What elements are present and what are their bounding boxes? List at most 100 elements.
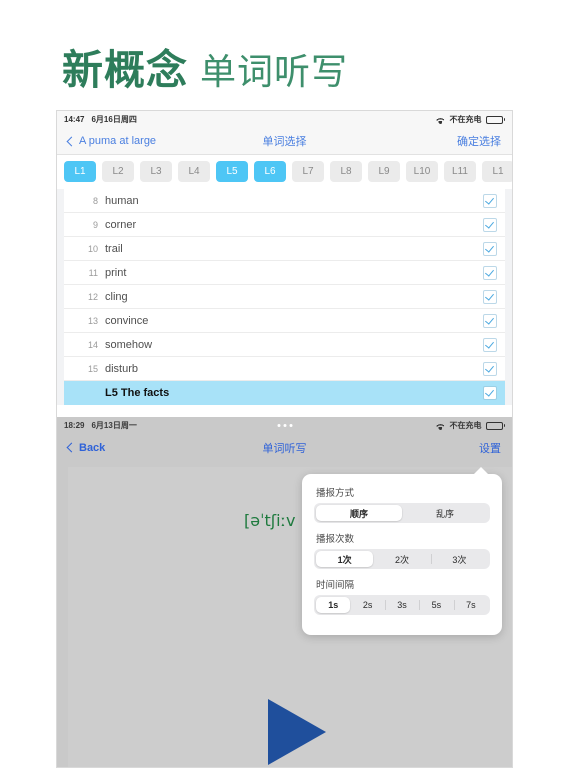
status-time: 14:47	[64, 115, 85, 124]
lesson-tab-l8[interactable]: L8	[330, 161, 362, 182]
nav-title-word-selection: 单词选择	[262, 136, 307, 148]
time-interval-option-2s[interactable]: 2s	[350, 597, 384, 613]
back-button-dictation[interactable]: Back	[66, 441, 106, 454]
word-row[interactable]: 14 somehow	[64, 333, 505, 357]
word-row[interactable]: 10 trail	[64, 237, 505, 261]
charging-status: 不在充电	[449, 115, 482, 124]
status-bar-right: 不在充电	[435, 420, 505, 431]
playback-count-segmented-control[interactable]: 1次 2次 3次	[314, 549, 490, 569]
status-bar-left: 18:29 6月13日周一	[64, 420, 137, 431]
word-text: disturb	[105, 362, 139, 375]
playback-mode-label: 播报方式	[316, 488, 355, 499]
page-title-light: 单词听写	[200, 51, 349, 92]
word-checkbox[interactable]	[483, 337, 497, 352]
nav-bar-bottom: Back 单词听写 设置	[57, 434, 512, 461]
back-button-label: Back	[79, 441, 106, 454]
dictation-body: [əˈtʃiːv 播报方式 顺序 乱序 播报次数 1次 2次 3次 时间间隔 1…	[57, 461, 512, 767]
word-row[interactable]: 9 corner	[64, 213, 505, 237]
playback-mode-option-sequential[interactable]: 顺序	[316, 505, 402, 521]
lesson-tab-strip[interactable]: L1 L2 L3 L4 L5 L6 L7 L8 L9 L10 L11 L1	[57, 155, 512, 189]
word-checkbox[interactable]	[483, 289, 497, 304]
time-interval-segmented-control[interactable]: 1s 2s 3s 5s 7s	[314, 595, 490, 615]
settings-popover: 播报方式 顺序 乱序 播报次数 1次 2次 3次 时间间隔 1s 2s 3s 5…	[302, 467, 502, 635]
screenshot-word-selection: 14:47 6月16日周四 不在充电 A puma at large 单词选择 …	[56, 110, 513, 417]
word-checkbox[interactable]	[483, 217, 497, 232]
phonetic-text: [əˈtʃiːv	[244, 511, 296, 530]
word-row[interactable]: 12 cling	[64, 285, 505, 309]
multitask-dots-icon[interactable]	[277, 424, 292, 427]
word-row[interactable]: 11 print	[64, 261, 505, 285]
word-index: 10	[87, 243, 98, 254]
word-row[interactable]: 13 convince	[64, 309, 505, 333]
settings-button[interactable]: 设置	[479, 440, 501, 456]
lesson-tab-l11[interactable]: L11	[444, 161, 476, 182]
word-text: human	[105, 194, 139, 207]
confirm-selection-button[interactable]: 确定选择	[457, 133, 501, 149]
nav-title-dictation: 单词听写	[262, 442, 307, 455]
word-row[interactable]: 8 human	[64, 189, 505, 213]
time-interval-option-1s[interactable]: 1s	[316, 597, 351, 613]
wifi-icon	[435, 115, 446, 124]
playback-mode-segmented-control[interactable]: 顺序 乱序	[314, 503, 490, 523]
word-checkbox[interactable]	[483, 313, 497, 328]
playback-count-option-3[interactable]: 3次	[430, 551, 488, 567]
word-text: cling	[105, 290, 128, 303]
screenshot-dictation: 18:29 6月13日周一 不在充电 Back 单词听写 设置 [əˈtʃiːv…	[56, 417, 513, 768]
word-row[interactable]: 15 disturb	[64, 357, 505, 381]
playback-count-option-2[interactable]: 2次	[373, 551, 430, 567]
lesson-section-title: L5 The facts	[105, 386, 170, 399]
lesson-section-checkbox[interactable]	[483, 385, 497, 400]
lesson-tab-l9[interactable]: L9	[368, 161, 400, 182]
word-text: print	[105, 266, 127, 279]
battery-icon	[485, 421, 505, 430]
status-time: 18:29	[64, 421, 85, 430]
nav-bar-top: A puma at large 单词选择 确定选择	[57, 128, 512, 155]
battery-icon	[485, 115, 505, 124]
word-index: 9	[92, 219, 98, 230]
word-list: 8 human 9 corner 10 trail 11 print 12 cl…	[57, 189, 512, 405]
word-index: 14	[87, 339, 98, 350]
time-interval-label: 时间间隔	[316, 580, 355, 591]
word-index: 13	[87, 315, 98, 326]
lesson-tab-l6[interactable]: L6	[254, 161, 286, 182]
page-title: 新概念 单词听写	[62, 36, 348, 96]
word-index: 12	[87, 291, 98, 302]
status-bar-bottom: 18:29 6月13日周一 不在充电	[57, 417, 512, 434]
time-interval-option-3s[interactable]: 3s	[384, 597, 419, 613]
back-button-word-selection[interactable]: A puma at large	[66, 135, 157, 147]
time-interval-option-5s[interactable]: 5s	[419, 597, 453, 613]
word-text: convince	[105, 314, 149, 327]
status-date: 6月16日周四	[91, 115, 137, 124]
lesson-tab-l10[interactable]: L10	[406, 161, 438, 182]
word-text: trail	[105, 242, 123, 255]
word-index: 15	[87, 363, 98, 374]
chevron-left-icon	[66, 136, 77, 146]
play-triangle-icon[interactable]	[268, 699, 326, 765]
lesson-tab-l2[interactable]: L2	[102, 161, 134, 182]
word-checkbox[interactable]	[483, 265, 497, 280]
playback-count-label: 播报次数	[316, 534, 355, 545]
wifi-icon	[435, 421, 446, 430]
page-title-strong: 新概念	[62, 47, 188, 93]
status-bar-top: 14:47 6月16日周四 不在充电	[57, 111, 512, 128]
playback-mode-option-shuffle[interactable]: 乱序	[402, 505, 488, 521]
word-checkbox[interactable]	[483, 361, 497, 376]
word-checkbox[interactable]	[483, 193, 497, 208]
word-checkbox[interactable]	[483, 241, 497, 256]
lesson-section-header-row[interactable]: L5 The facts	[64, 381, 505, 405]
lesson-tab-l7[interactable]: L7	[292, 161, 324, 182]
word-text: somehow	[105, 338, 153, 351]
lesson-tab-l5[interactable]: L5	[216, 161, 248, 182]
lesson-tab-l3[interactable]: L3	[140, 161, 172, 182]
word-index: 8	[92, 195, 98, 206]
lesson-tab-l1[interactable]: L1	[64, 161, 96, 182]
charging-status: 不在充电	[449, 421, 482, 430]
status-date: 6月13日周一	[91, 421, 137, 430]
back-button-label: A puma at large	[79, 135, 157, 147]
word-text: corner	[105, 218, 137, 231]
chevron-left-icon	[66, 442, 77, 453]
lesson-tab-l12[interactable]: L1	[482, 161, 512, 182]
time-interval-option-7s[interactable]: 7s	[453, 597, 488, 613]
lesson-tab-l4[interactable]: L4	[178, 161, 210, 182]
playback-count-option-1[interactable]: 1次	[316, 551, 374, 567]
